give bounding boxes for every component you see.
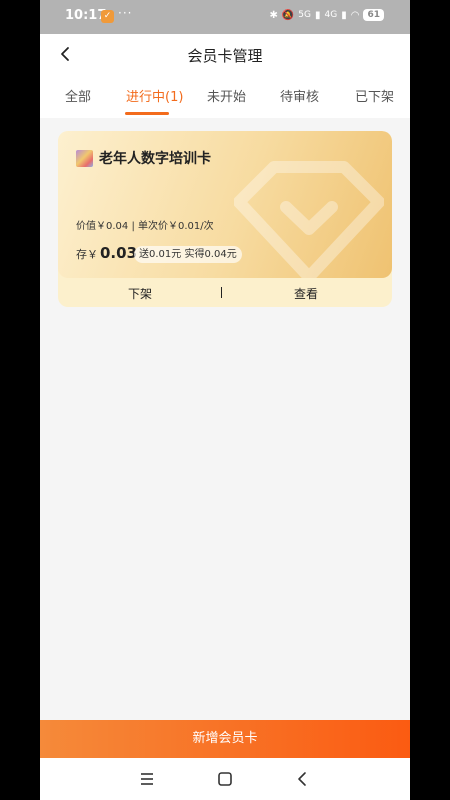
- system-navigation-bar: [40, 758, 410, 800]
- signal-bars-icon: ▮: [315, 9, 321, 21]
- status-more-dots: ···: [118, 6, 133, 20]
- wifi-icon: ◠: [350, 9, 360, 21]
- tab-pending-review[interactable]: 待审核: [280, 86, 319, 105]
- take-offline-button[interactable]: 下架: [128, 285, 152, 302]
- mute-bell-icon: 🔕: [281, 9, 295, 21]
- diamond-watermark-icon: [234, 161, 384, 278]
- status-tabs: 全部 进行中(1) 未开始 待审核 已下架: [40, 74, 410, 118]
- actions-divider: [221, 287, 222, 298]
- signal-bars-icon-2: ▮: [341, 9, 347, 21]
- back-icon[interactable]: [292, 768, 314, 790]
- store-amount-value: 0.03: [100, 244, 138, 262]
- menu-icon[interactable]: [136, 768, 158, 790]
- active-tab-indicator: [125, 112, 169, 115]
- app-notification-icon: ✓: [101, 10, 114, 23]
- tab-not-started[interactable]: 未开始: [207, 86, 246, 105]
- tab-all[interactable]: 全部: [65, 86, 91, 105]
- card-price-info: 价值￥0.04 | 单次价￥0.01/次: [76, 221, 214, 232]
- tab-in-progress[interactable]: 进行中(1): [126, 86, 183, 105]
- store-label: 存￥: [76, 248, 98, 261]
- card-title: 老年人数字培训卡: [99, 151, 211, 167]
- signal-5g-icon: 5G: [298, 10, 311, 20]
- card-body: 老年人数字培训卡 价值￥0.04 | 单次价￥0.01/次 存￥ 0.03 送0…: [58, 131, 392, 278]
- status-icons: ✱ 🔕 5G ▮ 4G ▮ ◠ 61: [269, 9, 384, 21]
- tab-offline[interactable]: 已下架: [355, 86, 394, 105]
- home-icon[interactable]: [214, 768, 236, 790]
- status-bar: 10:17 ✓ ··· ✱ 🔕 5G ▮ 4G ▮ ◠ 61: [40, 0, 410, 34]
- battery-indicator: 61: [363, 9, 384, 21]
- top-navigation-bar: 会员卡管理: [40, 34, 410, 74]
- membership-card[interactable]: 老年人数字培训卡 价值￥0.04 | 单次价￥0.01/次 存￥ 0.03 送0…: [58, 131, 392, 307]
- bonus-badge: 送0.01元 实得0.04元: [134, 246, 242, 263]
- card-list: 老年人数字培训卡 价值￥0.04 | 单次价￥0.01/次 存￥ 0.03 送0…: [40, 118, 410, 720]
- add-membership-card-button[interactable]: 新增会员卡: [40, 720, 410, 758]
- card-store-amount: 存￥ 0.03: [76, 244, 137, 262]
- signal-4g-icon: 4G: [324, 10, 338, 20]
- bluetooth-icon: ✱: [269, 9, 278, 21]
- view-button[interactable]: 查看: [294, 285, 318, 302]
- card-actions: 下架 查看: [58, 278, 392, 307]
- page-title: 会员卡管理: [187, 47, 263, 65]
- app-screen: 10:17 ✓ ··· ✱ 🔕 5G ▮ 4G ▮ ◠ 61 会员卡管理 全部 …: [40, 0, 410, 800]
- card-thumbnail-image: [76, 150, 93, 167]
